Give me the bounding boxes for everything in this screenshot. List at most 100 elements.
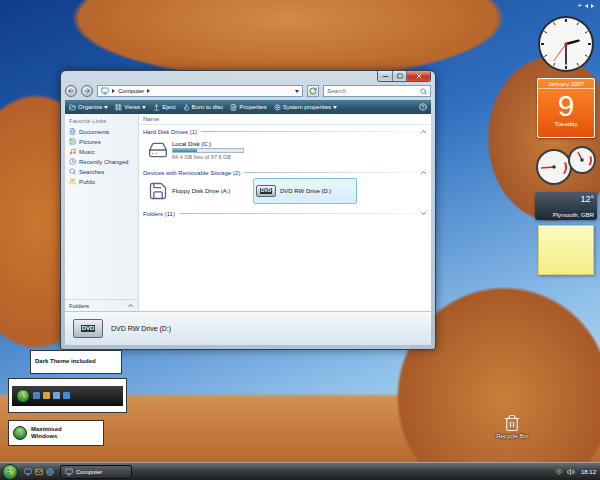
- callout: Dark Theme included: [30, 350, 122, 374]
- tray-clock[interactable]: 18:12: [579, 469, 596, 475]
- calendar-gadget[interactable]: January 2007 9Tuesday: [537, 78, 595, 138]
- eject-icon: [153, 104, 160, 111]
- views-icon: [115, 104, 122, 111]
- volume-icon[interactable]: [567, 468, 575, 476]
- calendar-month: January 2007: [538, 81, 594, 89]
- desktop: Computer Search Organize Views Eject Burn to …: [0, 0, 600, 462]
- taskbar-button[interactable]: Computer: [60, 465, 132, 479]
- group-line: [244, 172, 416, 173]
- start-button[interactable]: [13, 426, 27, 440]
- properties-icon: [230, 104, 237, 111]
- desktop-icon: [24, 468, 32, 476]
- notes-gadget[interactable]: [538, 225, 594, 275]
- nav-heading: Favorite Links: [65, 114, 138, 127]
- window-body: Favorite LinksDocumentsPicturesMusicRece…: [65, 114, 431, 311]
- column-label[interactable]: Name: [143, 116, 159, 122]
- dvd-badge: DVD: [81, 325, 96, 332]
- recycle-bin-icon: [503, 414, 521, 432]
- start-button[interactable]: [2, 464, 18, 480]
- details-pane: DVD DVD RW Drive (D:): [65, 311, 431, 345]
- dvd-drive-icon: DVD: [256, 185, 276, 197]
- drive-item[interactable]: Floppy Disk Drive (A:): [145, 178, 249, 204]
- callout: Maximised Windows: [8, 420, 104, 446]
- address-segment[interactable]: Computer: [118, 88, 144, 94]
- address-separator[interactable]: [147, 89, 150, 93]
- group-header[interactable]: Devices with Removable Storage (2): [143, 168, 427, 177]
- chevron-up-icon: [420, 128, 427, 135]
- refresh-button[interactable]: [307, 85, 319, 97]
- title-bar: [65, 71, 431, 83]
- drive-name: DVD RW Drive (D:): [280, 188, 332, 194]
- magnifier-icon: [420, 88, 427, 95]
- quick-launch-button[interactable]: [46, 468, 54, 476]
- forward-arrow-icon: [83, 87, 91, 95]
- next-arrow-icon[interactable]: [591, 4, 594, 8]
- sidebar-item[interactable]: Searches: [69, 167, 134, 176]
- quick-launch-icon: [63, 392, 70, 399]
- toolbar-button[interactable]: Eject: [153, 104, 175, 111]
- maximize-icon: [397, 73, 403, 79]
- back-arrow-icon: [67, 87, 75, 95]
- address-bar[interactable]: Computer: [97, 85, 303, 97]
- quick-launch-button[interactable]: [35, 468, 43, 476]
- quick-launch-icon: [33, 392, 40, 399]
- details-name: DVD RW Drive (D:): [111, 325, 171, 332]
- sidebar-item[interactable]: Public: [69, 177, 134, 186]
- search-placeholder: Search: [327, 88, 420, 94]
- folders-bar[interactable]: Folders: [65, 299, 138, 311]
- favorite-links: DocumentsPicturesMusicRecently ChangedSe…: [65, 127, 138, 186]
- address-dropdown[interactable]: [295, 90, 299, 93]
- sidebar-item[interactable]: Music: [69, 147, 134, 156]
- group-line: [179, 213, 416, 214]
- computer-icon: [65, 468, 73, 476]
- toolbar-button[interactable]: System properties: [274, 104, 337, 111]
- toolbar: Organize Views Eject Burn to disc Properties…: [65, 100, 431, 114]
- help-button[interactable]: [419, 103, 427, 111]
- network-icon[interactable]: [555, 468, 563, 476]
- recent-icon: [69, 158, 76, 165]
- weather-gadget[interactable]: 12°Plymouth, GBR: [535, 192, 597, 220]
- floppy-icon: [148, 181, 168, 201]
- drive-item[interactable]: DVD DVD RW Drive (D:): [253, 178, 357, 204]
- meter-dial: [536, 149, 572, 185]
- quick-launch-icon: [53, 392, 60, 399]
- toolbar-button[interactable]: Burn to disc: [183, 104, 224, 111]
- close-button[interactable]: [406, 71, 430, 81]
- group-line: [201, 131, 416, 132]
- sidebar-item[interactable]: Recently Changed: [69, 157, 134, 166]
- browser-icon: [46, 468, 54, 476]
- dark-taskbar: [12, 386, 123, 406]
- forward-button[interactable]: [81, 85, 93, 97]
- previous-arrow-icon[interactable]: [585, 4, 588, 8]
- start-button[interactable]: [16, 389, 30, 403]
- search-field[interactable]: Search: [323, 85, 431, 97]
- chevron-up-icon: [420, 169, 427, 176]
- maximize-button[interactable]: [392, 71, 406, 81]
- toolbar-button[interactable]: Properties: [230, 104, 266, 111]
- minimize-button[interactable]: [378, 71, 392, 81]
- desktop-icon[interactable]: Recycle Bin: [492, 414, 532, 439]
- add-gadget-button[interactable]: +: [577, 2, 582, 10]
- group-header[interactable]: Hard Disk Drives (1): [143, 127, 427, 136]
- group-header[interactable]: Folders (11): [143, 209, 427, 218]
- toolbar-button[interactable]: Views: [115, 104, 146, 111]
- minimize-icon: [382, 73, 389, 80]
- quick-launch-button[interactable]: [24, 468, 32, 476]
- cpu-meter-gadget: [534, 143, 598, 187]
- navigation-pane: Favorite LinksDocumentsPicturesMusicRece…: [65, 114, 139, 311]
- dvd-drive-icon: DVD: [73, 319, 103, 338]
- users-icon: [69, 178, 76, 185]
- system-tray: 18:12: [555, 468, 596, 476]
- hard-drive-icon: [148, 140, 168, 160]
- back-button[interactable]: [65, 85, 77, 97]
- help-icon: [419, 103, 427, 111]
- toolbar-button[interactable]: Organize: [69, 104, 108, 111]
- drive-item[interactable]: Local Disk (C:)64.4 GB free of 97.6 GB: [145, 137, 249, 163]
- calendar-day: 9: [558, 91, 575, 121]
- address-separator[interactable]: [112, 89, 115, 93]
- calendar-weekday: Tuesday: [555, 121, 578, 127]
- taskbar: Computer 18:12: [0, 462, 600, 480]
- search-icon: [69, 168, 76, 175]
- sidebar-item[interactable]: Documents: [69, 127, 134, 136]
- sidebar-item[interactable]: Pictures: [69, 137, 134, 146]
